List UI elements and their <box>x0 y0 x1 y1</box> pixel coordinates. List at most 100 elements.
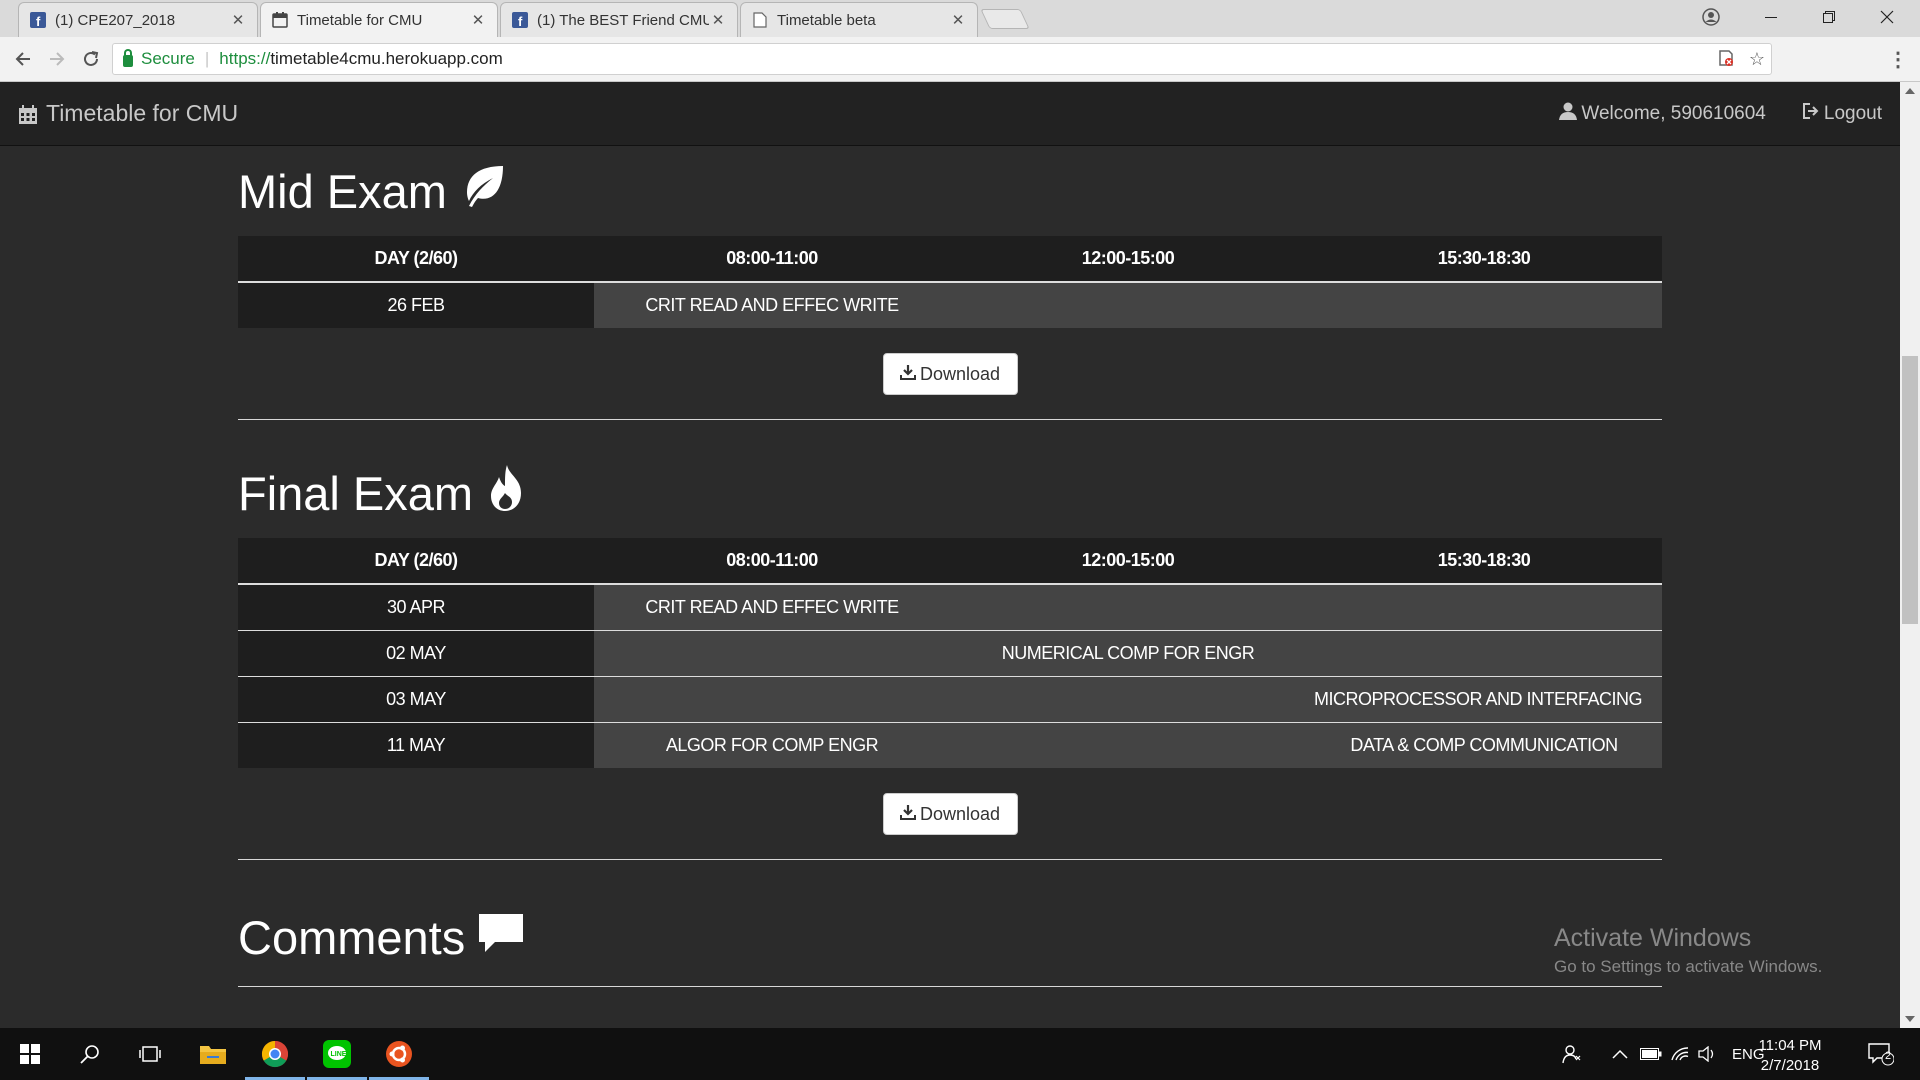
exam-day-cell: 11 MAY <box>238 722 594 768</box>
tab-close-icon[interactable]: ✕ <box>949 11 967 29</box>
url-scheme: https:// <box>219 49 271 68</box>
main-content: Mid Exam DAY (2/60) 08:00-11:00 12:00-15… <box>238 146 1662 987</box>
url-host: timetable4cmu.herokuapp.com <box>270 49 503 68</box>
logout-link[interactable]: Logout <box>1802 102 1882 126</box>
wifi-icon[interactable] <box>1670 1028 1690 1080</box>
logout-label: Logout <box>1823 103 1882 124</box>
user-icon <box>1559 102 1578 126</box>
scroll-up-arrow-icon[interactable] <box>1905 88 1915 94</box>
mid-exam-table: DAY (2/60) 08:00-11:00 12:00-15:00 15:30… <box>238 236 1662 328</box>
svg-text:f: f <box>518 14 523 28</box>
logout-icon <box>1802 102 1820 126</box>
task-view-icon[interactable] <box>120 1028 180 1080</box>
exam-slot-cell <box>1306 630 1662 677</box>
forward-arrow-icon[interactable] <box>42 44 72 74</box>
bookmark-star-icon[interactable]: ☆ <box>1749 49 1765 72</box>
exam-day-cell: 03 MAY <box>238 676 594 723</box>
fire-icon <box>485 463 529 524</box>
column-header: DAY (2/60) <box>238 236 594 283</box>
tab-close-icon[interactable]: ✕ <box>229 11 247 29</box>
clock-date: 2/7/2018 <box>1760 1057 1820 1074</box>
extension-icon[interactable] <box>1717 49 1735 72</box>
people-icon[interactable] <box>1562 1028 1582 1080</box>
column-header: 15:30-18:30 <box>1306 538 1662 585</box>
mid-exam-heading: Mid Exam <box>238 146 1662 236</box>
profile-icon[interactable] <box>1682 0 1740 34</box>
chevron-up-icon[interactable] <box>1612 1028 1628 1080</box>
table-row: 11 MAY ALGOR FOR COMP ENGR DATA & COMP C… <box>238 722 1662 768</box>
section-divider <box>238 859 1662 860</box>
exam-slot-cell: CRIT READ AND EFFEC WRITE <box>594 282 950 328</box>
browser-tab-cpe207[interactable]: f (1) CPE207_2018 ✕ <box>18 2 258 37</box>
exam-day-cell: 30 APR <box>238 584 594 631</box>
svg-text:LINE: LINE <box>331 1051 347 1058</box>
table-header-row: DAY (2/60) 08:00-11:00 12:00-15:00 15:30… <box>238 538 1662 585</box>
mid-exam-download-button[interactable]: Download <box>882 353 1018 395</box>
browser-menu-icon[interactable]: ⋮ <box>1888 47 1908 72</box>
calendar-icon <box>271 11 289 29</box>
browser-tab-best-friend[interactable]: f (1) The BEST Friend CMU ✕ <box>500 2 738 37</box>
battery-icon[interactable] <box>1640 1028 1662 1080</box>
exam-slot-cell <box>1306 282 1662 328</box>
section-divider <box>238 986 1662 987</box>
download-icon <box>899 804 916 825</box>
exam-slot-cell: CRIT READ AND EFFEC WRITE <box>594 584 950 631</box>
final-exam-table: DAY (2/60) 08:00-11:00 12:00-15:00 15:30… <box>238 538 1662 768</box>
search-icon[interactable] <box>60 1028 120 1080</box>
windows-taskbar: LINE ENG 11:04 PM 2/7/2018 2 <box>0 1028 1920 1080</box>
final-exam-title: Final Exam <box>238 466 474 520</box>
ubuntu-icon[interactable] <box>369 1028 429 1080</box>
taskbar-clock[interactable]: 11:04 PM 2/7/2018 <box>1752 1036 1828 1076</box>
line-app-icon[interactable]: LINE <box>307 1028 367 1080</box>
browser-tab-timetable-beta[interactable]: Timetable beta ✕ <box>740 2 978 37</box>
close-window-button[interactable] <box>1858 0 1916 34</box>
scrollbar-thumb[interactable] <box>1902 356 1918 624</box>
site-brand[interactable]: Timetable for CMU <box>18 100 238 127</box>
welcome-user[interactable]: Welcome, 590610604 <box>1559 102 1766 126</box>
site-navbar: Timetable for CMU Welcome, 590610604 Log… <box>0 82 1900 146</box>
browser-toolbar: Secure | https:// timetable4cmu.herokuap… <box>0 37 1920 82</box>
svg-text:f: f <box>36 14 41 28</box>
final-exam-download-button[interactable]: Download <box>882 793 1018 835</box>
exam-slot-cell <box>950 722 1306 768</box>
file-explorer-icon[interactable] <box>183 1028 243 1080</box>
column-header: 15:30-18:30 <box>1306 236 1662 283</box>
exam-slot-cell: NUMERICAL COMP FOR ENGR <box>950 630 1306 677</box>
restore-button[interactable] <box>1800 0 1858 34</box>
volume-icon[interactable] <box>1698 1028 1718 1080</box>
leaf-icon <box>459 162 507 221</box>
column-header: 08:00-11:00 <box>594 236 950 283</box>
exam-slot-cell <box>594 676 950 723</box>
exam-day-cell: 02 MAY <box>238 630 594 677</box>
tab-close-icon[interactable]: ✕ <box>709 11 727 29</box>
table-row: 26 FEB CRIT READ AND EFFEC WRITE <box>238 282 1662 328</box>
scroll-down-arrow-icon[interactable] <box>1905 1016 1915 1022</box>
facebook-icon: f <box>511 11 529 29</box>
calendar-icon <box>18 104 38 124</box>
download-label: Download <box>919 803 1001 824</box>
tab-close-icon[interactable]: ✕ <box>469 11 487 29</box>
activate-windows-watermark: Activate Windows Go to Settings to activ… <box>1554 924 1822 977</box>
watermark-subtitle: Go to Settings to activate Windows. <box>1554 957 1823 976</box>
lock-icon <box>123 49 133 67</box>
column-header: 12:00-15:00 <box>950 538 1306 585</box>
chrome-icon[interactable] <box>245 1028 305 1080</box>
section-divider <box>238 419 1662 420</box>
back-arrow-icon[interactable] <box>8 44 38 74</box>
minimize-button[interactable] <box>1742 0 1800 34</box>
windows-start-icon[interactable] <box>0 1028 60 1080</box>
mid-exam-title: Mid Exam <box>238 164 447 218</box>
notification-count: 2 <box>1885 1050 1892 1062</box>
url-separator: | <box>204 49 210 68</box>
page-icon <box>751 11 769 29</box>
new-tab-button[interactable] <box>980 9 1030 29</box>
address-bar[interactable]: Secure | https:// timetable4cmu.herokuap… <box>112 43 1772 75</box>
exam-day-cell: 26 FEB <box>238 282 594 328</box>
facebook-icon: f <box>29 11 47 29</box>
download-icon <box>899 364 916 385</box>
page-scrollbar[interactable] <box>1900 82 1920 1028</box>
browser-tab-timetable[interactable]: Timetable for CMU ✕ <box>260 2 498 37</box>
reload-icon[interactable] <box>76 44 106 74</box>
notification-icon[interactable]: 2 <box>1868 1028 1894 1080</box>
exam-slot-cell <box>950 676 1306 723</box>
